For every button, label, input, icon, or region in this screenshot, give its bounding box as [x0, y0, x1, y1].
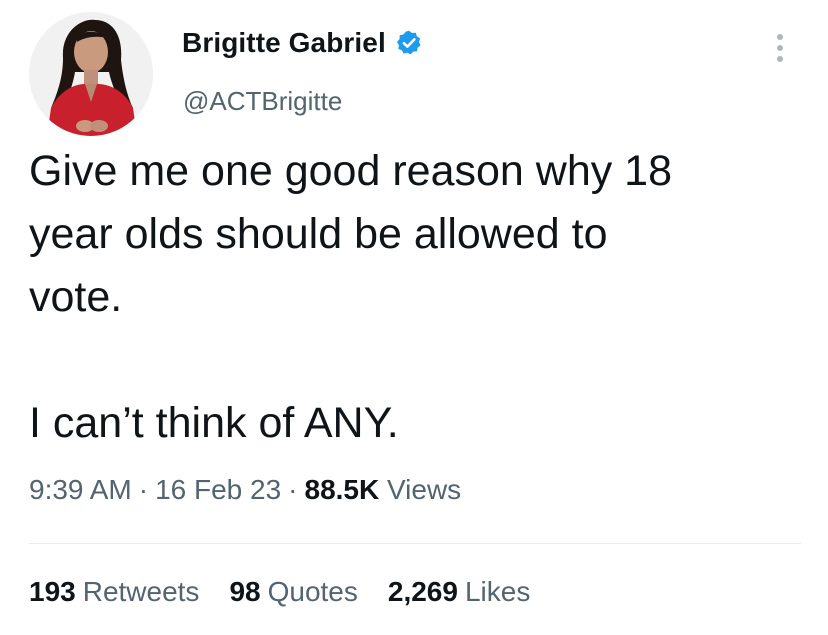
- likes-stat[interactable]: 2,269 Likes: [388, 576, 530, 608]
- engagement-stats: 193 Retweets 98 Quotes 2,269 Likes: [29, 576, 560, 608]
- tweet-line: year olds should be allowed to: [29, 210, 608, 258]
- views-label[interactable]: Views: [387, 474, 461, 505]
- tweet-line: vote.: [29, 273, 123, 321]
- avatar-portrait-image: [29, 12, 153, 136]
- likes-count: 2,269: [387, 576, 458, 607]
- tweet-metadata: 9:39 AM · 16 Feb 23 · 88.5K Views: [29, 474, 461, 506]
- author-name-row[interactable]: Brigitte Gabriel: [182, 27, 423, 59]
- views-count[interactable]: 88.5K: [305, 474, 380, 505]
- separator-dot: ·: [288, 474, 298, 505]
- divider: [29, 543, 801, 544]
- tweet-detail: Brigitte Gabriel @ACTBrigitte Give me on…: [0, 0, 828, 635]
- tweet-text: Give me one good reason why 18 year olds…: [29, 140, 789, 455]
- more-options-icon[interactable]: [770, 28, 790, 68]
- retweets-count: 193: [29, 576, 76, 607]
- tweet-line: Give me one good reason why 18: [29, 147, 673, 195]
- likes-label: Likes: [464, 576, 531, 607]
- tweet-line: I can’t think of ANY.: [29, 399, 399, 447]
- separator-dot: ·: [138, 474, 149, 505]
- verified-badge-icon[interactable]: [395, 29, 423, 57]
- avatar[interactable]: [29, 12, 153, 136]
- tweet-time[interactable]: 9:39 AM: [29, 474, 132, 505]
- author-handle[interactable]: @ACTBrigitte: [183, 86, 342, 117]
- quotes-count: 98: [229, 576, 261, 607]
- retweets-stat[interactable]: 193 Retweets: [29, 576, 199, 608]
- quotes-stat[interactable]: 98 Quotes: [229, 576, 357, 608]
- tweet-date[interactable]: 16 Feb 23: [155, 474, 281, 505]
- retweets-label: Retweets: [82, 576, 200, 607]
- author-display-name[interactable]: Brigitte Gabriel: [182, 27, 386, 59]
- quotes-label: Quotes: [267, 576, 358, 607]
